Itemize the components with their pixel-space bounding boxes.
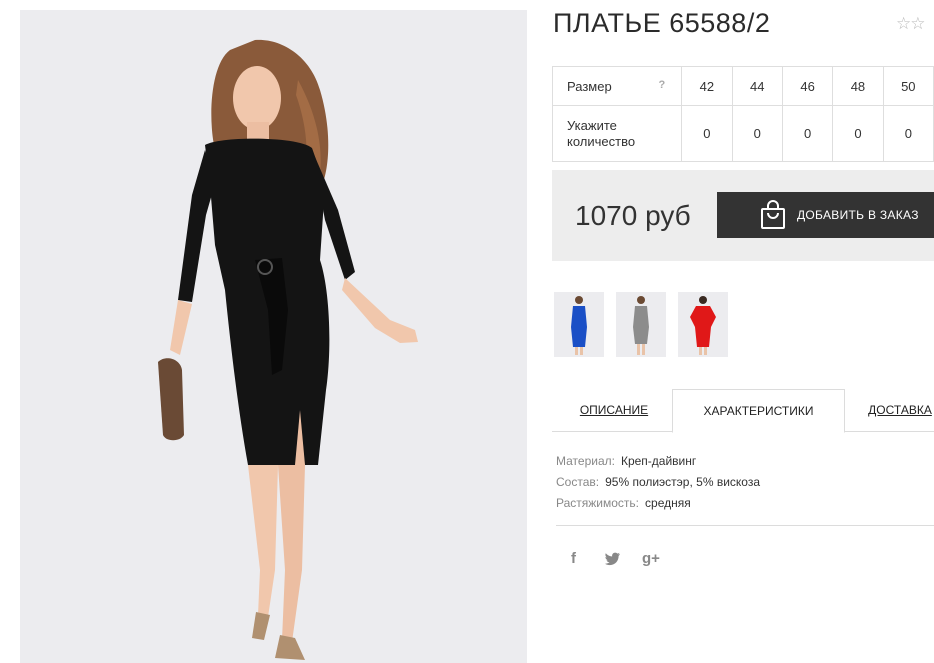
thumb-blue-dress[interactable] [554, 292, 604, 357]
quantity-input-46[interactable]: 0 [781, 105, 834, 162]
size-row: Размер ? 42 44 46 48 50 [551, 66, 934, 106]
rating-stars-icon[interactable]: ☆☆ [896, 14, 926, 34]
main-product-photo [20, 10, 527, 663]
quantity-row: Укажите количество 0 0 0 0 0 [551, 105, 934, 162]
spec-stretch-key: Растяжимость: [556, 496, 640, 510]
size-48: 48 [832, 66, 884, 106]
shopping-bag-icon [761, 200, 785, 229]
size-quantity-table: Размер ? 42 44 46 48 50 Укажите количест… [551, 66, 934, 162]
tab-delivery-label: ДОСТАВКА [868, 403, 932, 417]
price: 1070 руб [575, 200, 691, 231]
twitter-icon[interactable] [605, 552, 621, 566]
characteristics-list: Материал: Креп-дайвинг Состав: 95% полиэст… [556, 451, 760, 514]
quantity-input-50[interactable]: 0 [882, 105, 934, 162]
add-to-order-label: ДОБАВИТЬ В ЗАКАЗ [797, 208, 919, 222]
quantity-input-42[interactable]: 0 [681, 105, 733, 162]
size-label-cell: Размер ? [551, 66, 683, 106]
quantity-input-44[interactable]: 0 [731, 105, 783, 162]
tab-description-label: ОПИСАНИЕ [579, 403, 649, 417]
thumb-red-dress[interactable] [678, 292, 728, 357]
tab-characteristics[interactable]: ХАРАКТЕРИСТИКИ [672, 389, 845, 433]
tab-delivery[interactable]: ДОСТАВКА [860, 389, 934, 431]
spec-stretch-value: средняя [645, 496, 691, 510]
product-title: ПЛАТЬЕ 65588/2 [553, 8, 771, 38]
size-label: Размер [567, 78, 612, 94]
spec-composition-key: Состав: [556, 475, 600, 489]
size-42: 42 [681, 66, 733, 106]
spec-composition-value: 95% полиэстэр, 5% вискоза [605, 475, 760, 489]
quantity-label-line2: количество [567, 133, 636, 149]
size-50: 50 [882, 66, 934, 106]
add-to-order-button[interactable]: ДОБАВИТЬ В ЗАКАЗ [717, 192, 934, 238]
tab-characteristics-label: ХАРАКТЕРИСТИКИ [703, 404, 814, 418]
thumb-grey-dress[interactable] [616, 292, 666, 357]
quantity-input-48[interactable]: 0 [832, 105, 884, 162]
tab-description[interactable]: ОПИСАНИЕ [569, 389, 659, 431]
googleplus-icon[interactable]: g+ [642, 550, 660, 567]
spec-material: Материал: Креп-дайвинг [556, 451, 760, 472]
spec-material-value: Креп-дайвинг [620, 454, 697, 468]
quantity-label-cell: Укажите количество [551, 105, 683, 162]
help-icon[interactable]: ? [658, 79, 665, 91]
spec-stretch: Растяжимость: средняя [556, 493, 760, 514]
size-46: 46 [781, 66, 834, 106]
price-box: 1070 руб ДОБАВИТЬ В ЗАКАЗ [552, 170, 934, 261]
size-44: 44 [731, 66, 783, 106]
quantity-label-line1: Укажите [567, 117, 617, 133]
spec-material-key: Материал: [556, 454, 615, 468]
facebook-icon[interactable]: f [571, 550, 576, 567]
social-divider [556, 525, 934, 526]
spec-composition: Состав: 95% полиэстэр, 5% вискоза [556, 472, 760, 493]
